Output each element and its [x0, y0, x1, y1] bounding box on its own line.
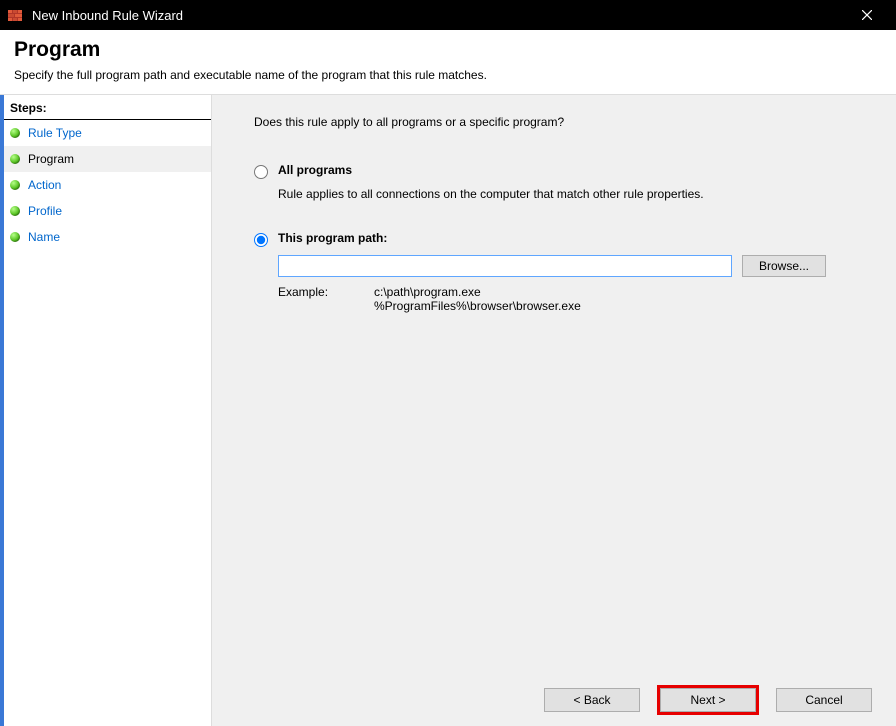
step-label: Name	[28, 230, 60, 244]
radio-all-programs[interactable]	[254, 165, 268, 179]
wizard-content: Does this rule apply to all programs or …	[212, 95, 896, 726]
page-subtitle: Specify the full program path and execut…	[14, 68, 882, 82]
step-rule-type[interactable]: Rule Type	[0, 120, 211, 146]
page-title: Program	[14, 38, 882, 62]
step-label: Profile	[28, 204, 62, 218]
back-button[interactable]: < Back	[544, 688, 640, 712]
next-button[interactable]: Next >	[660, 688, 756, 712]
bullet-icon	[10, 128, 20, 138]
steps-sidebar: Steps: Rule Type Program Action Profile	[0, 95, 212, 726]
option-all-desc: Rule applies to all connections on the c…	[278, 187, 872, 201]
wizard-footer: < Back Next > Cancel	[254, 670, 872, 712]
cancel-button[interactable]: Cancel	[776, 688, 872, 712]
step-label: Action	[28, 178, 61, 192]
close-icon	[862, 10, 872, 20]
window-title: New Inbound Rule Wizard	[32, 8, 183, 23]
step-program[interactable]: Program	[0, 146, 211, 172]
step-label: Program	[28, 152, 74, 166]
program-path-input[interactable]	[278, 255, 732, 277]
browse-button[interactable]: Browse...	[742, 255, 826, 277]
example-label: Example:	[278, 285, 374, 313]
example-values: c:\path\program.exe %ProgramFiles%\brows…	[374, 285, 581, 313]
accent-bar	[0, 95, 4, 726]
bullet-icon	[10, 154, 20, 164]
radio-this-program-path[interactable]	[254, 233, 268, 247]
question-text: Does this rule apply to all programs or …	[254, 115, 872, 129]
option-all-programs[interactable]: All programs	[254, 163, 872, 179]
radio-label: All programs	[278, 163, 352, 177]
firewall-icon	[6, 6, 24, 24]
bullet-icon	[10, 180, 20, 190]
option-this-program-path[interactable]: This program path:	[254, 231, 872, 247]
close-button[interactable]	[844, 0, 890, 30]
steps-heading: Steps:	[0, 95, 211, 120]
titlebar: New Inbound Rule Wizard	[0, 0, 896, 30]
step-label: Rule Type	[28, 126, 82, 140]
step-name[interactable]: Name	[0, 224, 211, 250]
radio-label: This program path:	[278, 231, 387, 245]
bullet-icon	[10, 206, 20, 216]
bullet-icon	[10, 232, 20, 242]
step-profile[interactable]: Profile	[0, 198, 211, 224]
wizard-header: Program Specify the full program path an…	[0, 30, 896, 95]
step-action[interactable]: Action	[0, 172, 211, 198]
